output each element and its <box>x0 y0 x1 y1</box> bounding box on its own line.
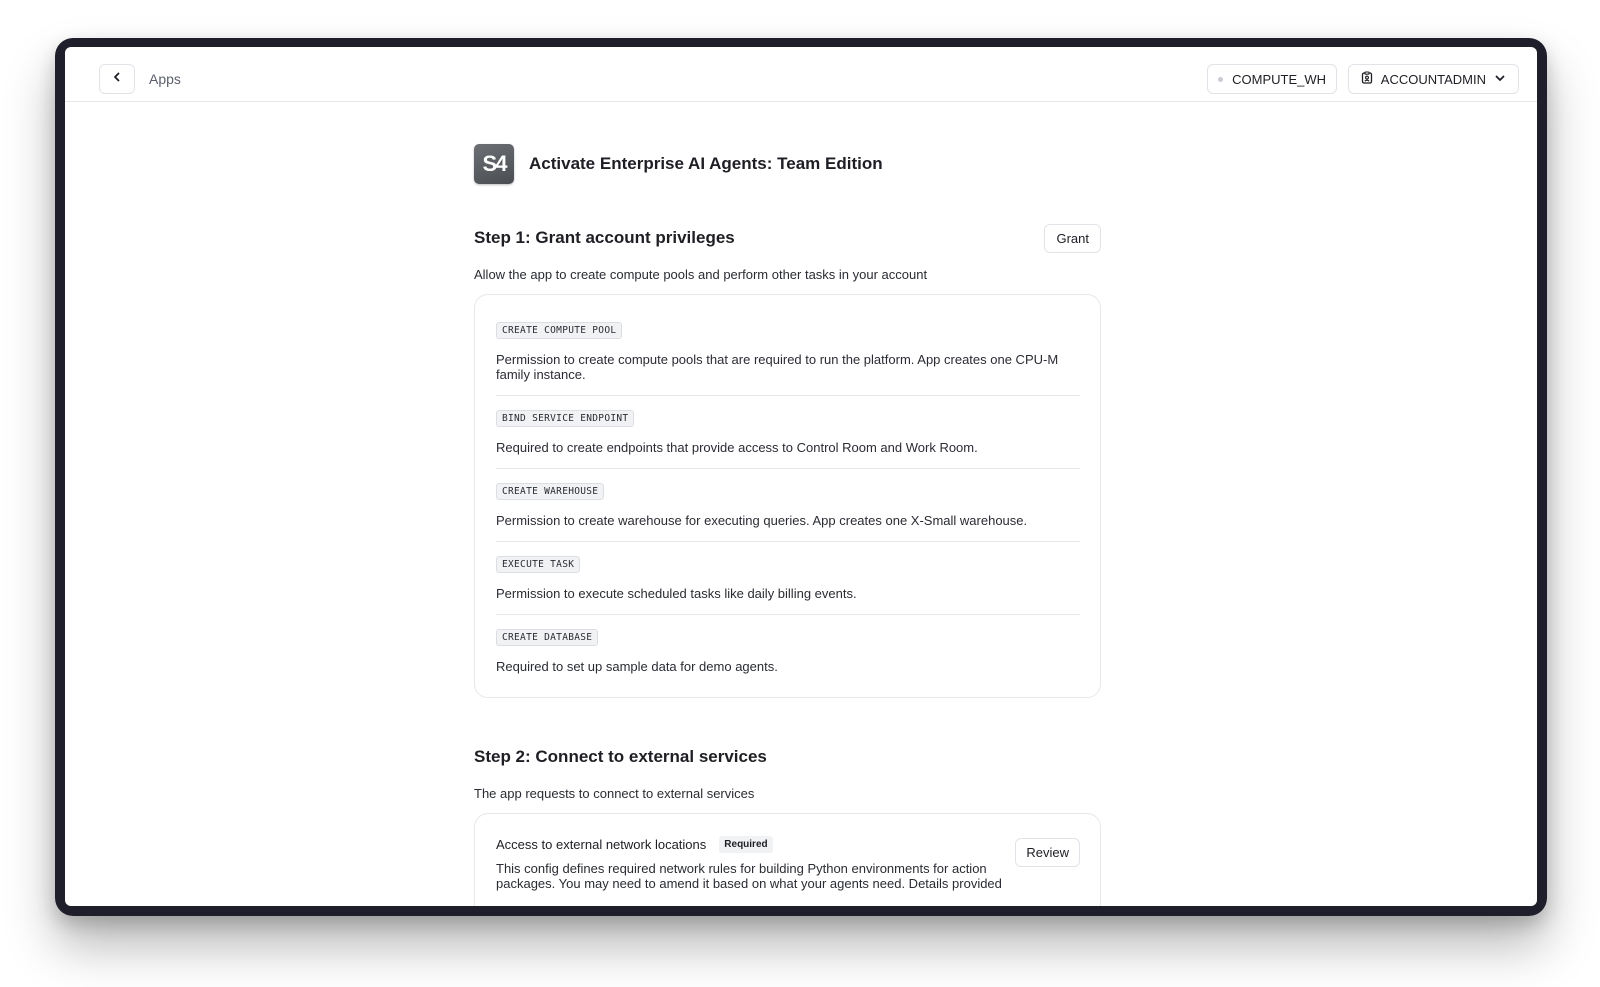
privilege-code: BIND SERVICE ENDPOINT <box>496 410 635 427</box>
privilege-item: CREATE WAREHOUSE Permission to create wa… <box>496 469 1080 542</box>
role-label: ACCOUNTADMIN <box>1380 71 1486 87</box>
step1-header: Step 1: Grant account privileges Grant <box>474 223 1101 253</box>
review-button[interactable]: Review <box>1015 838 1080 867</box>
privilege-code: CREATE DATABASE <box>496 629 599 646</box>
privilege-description: Permission to execute scheduled tasks li… <box>496 586 857 601</box>
privilege-item: CREATE COMPUTE POOL Permission to create… <box>496 308 1080 396</box>
app-screen: Apps COMPUTE_WH ACCOUNTADMIN S4 Activate… <box>65 47 1537 906</box>
step2-title: Step 2: Connect to external services <box>474 747 767 766</box>
device-frame: Apps COMPUTE_WH ACCOUNTADMIN S4 Activate… <box>55 38 1547 916</box>
privilege-code: CREATE COMPUTE POOL <box>496 322 623 339</box>
chevron-left-icon <box>111 70 123 88</box>
app-header: S4 Activate Enterprise AI Agents: Team E… <box>474 143 1101 185</box>
privilege-description: Permission to create compute pools that … <box>496 352 1059 382</box>
step1-title: Step 1: Grant account privileges <box>474 228 735 247</box>
privilege-item: EXECUTE TASK Permission to execute sched… <box>496 542 1080 615</box>
app-logo: S4 <box>474 144 514 184</box>
network-item-title: Access to external network locations <box>496 837 707 852</box>
required-badge: Required <box>719 836 773 853</box>
privilege-description: Required to create endpoints that provid… <box>496 440 978 455</box>
privilege-description: Permission to create warehouse for execu… <box>496 513 1028 528</box>
privilege-item: CREATE DATABASE Required to set up sampl… <box>496 615 1080 687</box>
main-content: S4 Activate Enterprise AI Agents: Team E… <box>474 143 1101 906</box>
app-title: Activate Enterprise AI Agents: Team Edit… <box>529 154 883 173</box>
back-button[interactable] <box>99 64 135 94</box>
network-item-description: This config defines required network rul… <box>496 861 1002 891</box>
clipboard-user-icon <box>1361 71 1373 87</box>
privileges-card: CREATE COMPUTE POOL Permission to create… <box>474 294 1101 698</box>
status-dot-icon <box>1218 76 1224 82</box>
privilege-code: CREATE WAREHOUSE <box>496 483 605 500</box>
warehouse-selector[interactable]: COMPUTE_WH <box>1207 64 1337 94</box>
grant-button[interactable]: Grant <box>1044 223 1101 253</box>
breadcrumb-apps[interactable]: Apps <box>149 71 181 87</box>
privilege-code: EXECUTE TASK <box>496 556 581 573</box>
network-item-header: Access to external network locations Req… <box>496 836 1080 853</box>
top-bar: Apps COMPUTE_WH ACCOUNTADMIN <box>65 47 1537 102</box>
step2-description: The app requests to connect to external … <box>474 786 755 801</box>
role-selector[interactable]: ACCOUNTADMIN <box>1347 64 1519 94</box>
step2-header: Step 2: Connect to external services <box>474 742 1101 772</box>
warehouse-label: COMPUTE_WH <box>1232 71 1326 87</box>
privilege-description: Required to set up sample data for demo … <box>496 659 778 674</box>
chevron-down-icon <box>1494 72 1506 87</box>
external-services-card: Access to external network locations Req… <box>474 813 1101 906</box>
step1-description: Allow the app to create compute pools an… <box>474 267 928 282</box>
privilege-item: BIND SERVICE ENDPOINT Required to create… <box>496 396 1080 469</box>
